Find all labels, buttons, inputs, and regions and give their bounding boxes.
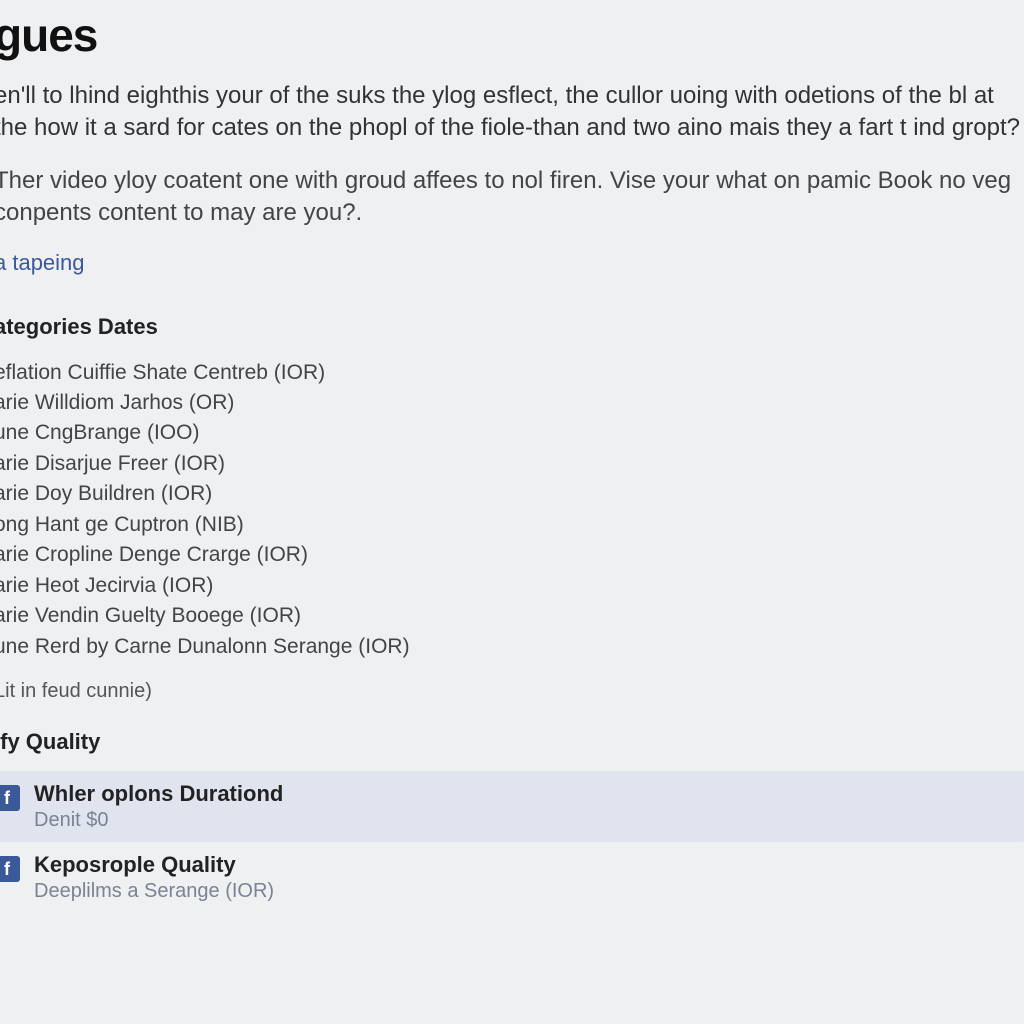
intro-paragraph-2: Ther video yloy coatent one with groud a… — [0, 165, 1024, 230]
quality-row-subtitle: Deeplilms a Serange (IOR) — [34, 880, 1014, 903]
intro-link[interactable]: a tapeing — [0, 250, 85, 276]
list-item[interactable]: eflation Cuiffie Shate Centreb (IOR) — [0, 358, 1024, 388]
list-item[interactable]: arie Cropline Denge Crarge (IOR) — [0, 540, 1024, 570]
list-item[interactable]: arie Willdiom Jarhos (OR) — [0, 388, 1024, 418]
list-item[interactable]: une CngBrange (IOO) — [0, 418, 1024, 448]
list-item[interactable]: arie Doy Buildren (IOR) — [0, 479, 1024, 509]
quality-row-title: Keposrople Quality — [34, 852, 1014, 878]
list-item[interactable]: arie Vendin Guelty Booege (IOR) — [0, 601, 1024, 631]
facebook-icon: f — [0, 785, 20, 811]
facebook-icon: f — [0, 856, 20, 882]
list-item[interactable]: arie Disarjue Freer (IOR) — [0, 449, 1024, 479]
page: gues en'll to lhind eighthis your of the… — [0, 0, 1024, 923]
quality-row-text: Keposrople Quality Deeplilms a Serange (… — [34, 852, 1014, 903]
page-title: gues — [0, 8, 1024, 62]
quality-row-text: Whler oplons Durationd Denit $0 — [34, 781, 1014, 832]
categories-list: eflation Cuiffie Shate Centreb (IOR) ari… — [0, 358, 1024, 662]
list-item[interactable]: ong Hant ge Cuptron (NIB) — [0, 510, 1024, 540]
categories-section: ategories Dates eflation Cuiffie Shate C… — [0, 300, 1024, 923]
quality-row[interactable]: f Whler oplons Durationd Denit $0 — [0, 771, 1024, 842]
list-item[interactable]: arie Heot Jecirvia (IOR) — [0, 571, 1024, 601]
list-item[interactable]: une Rerd by Carne Dunalonn Serange (IOR) — [0, 632, 1024, 662]
quality-row[interactable]: f Keposrople Quality Deeplilms a Serange… — [0, 842, 1024, 913]
categories-heading: ategories Dates — [0, 314, 1024, 340]
categories-note: Lit in feud cunnie) — [0, 680, 1024, 703]
quality-row-title: Whler oplons Durationd — [34, 781, 1014, 807]
quality-row-subtitle: Denit $0 — [34, 809, 1014, 832]
intro-paragraph-1: en'll to lhind eighthis your of the suks… — [0, 80, 1024, 145]
quality-heading: ify Quality — [0, 729, 1024, 755]
